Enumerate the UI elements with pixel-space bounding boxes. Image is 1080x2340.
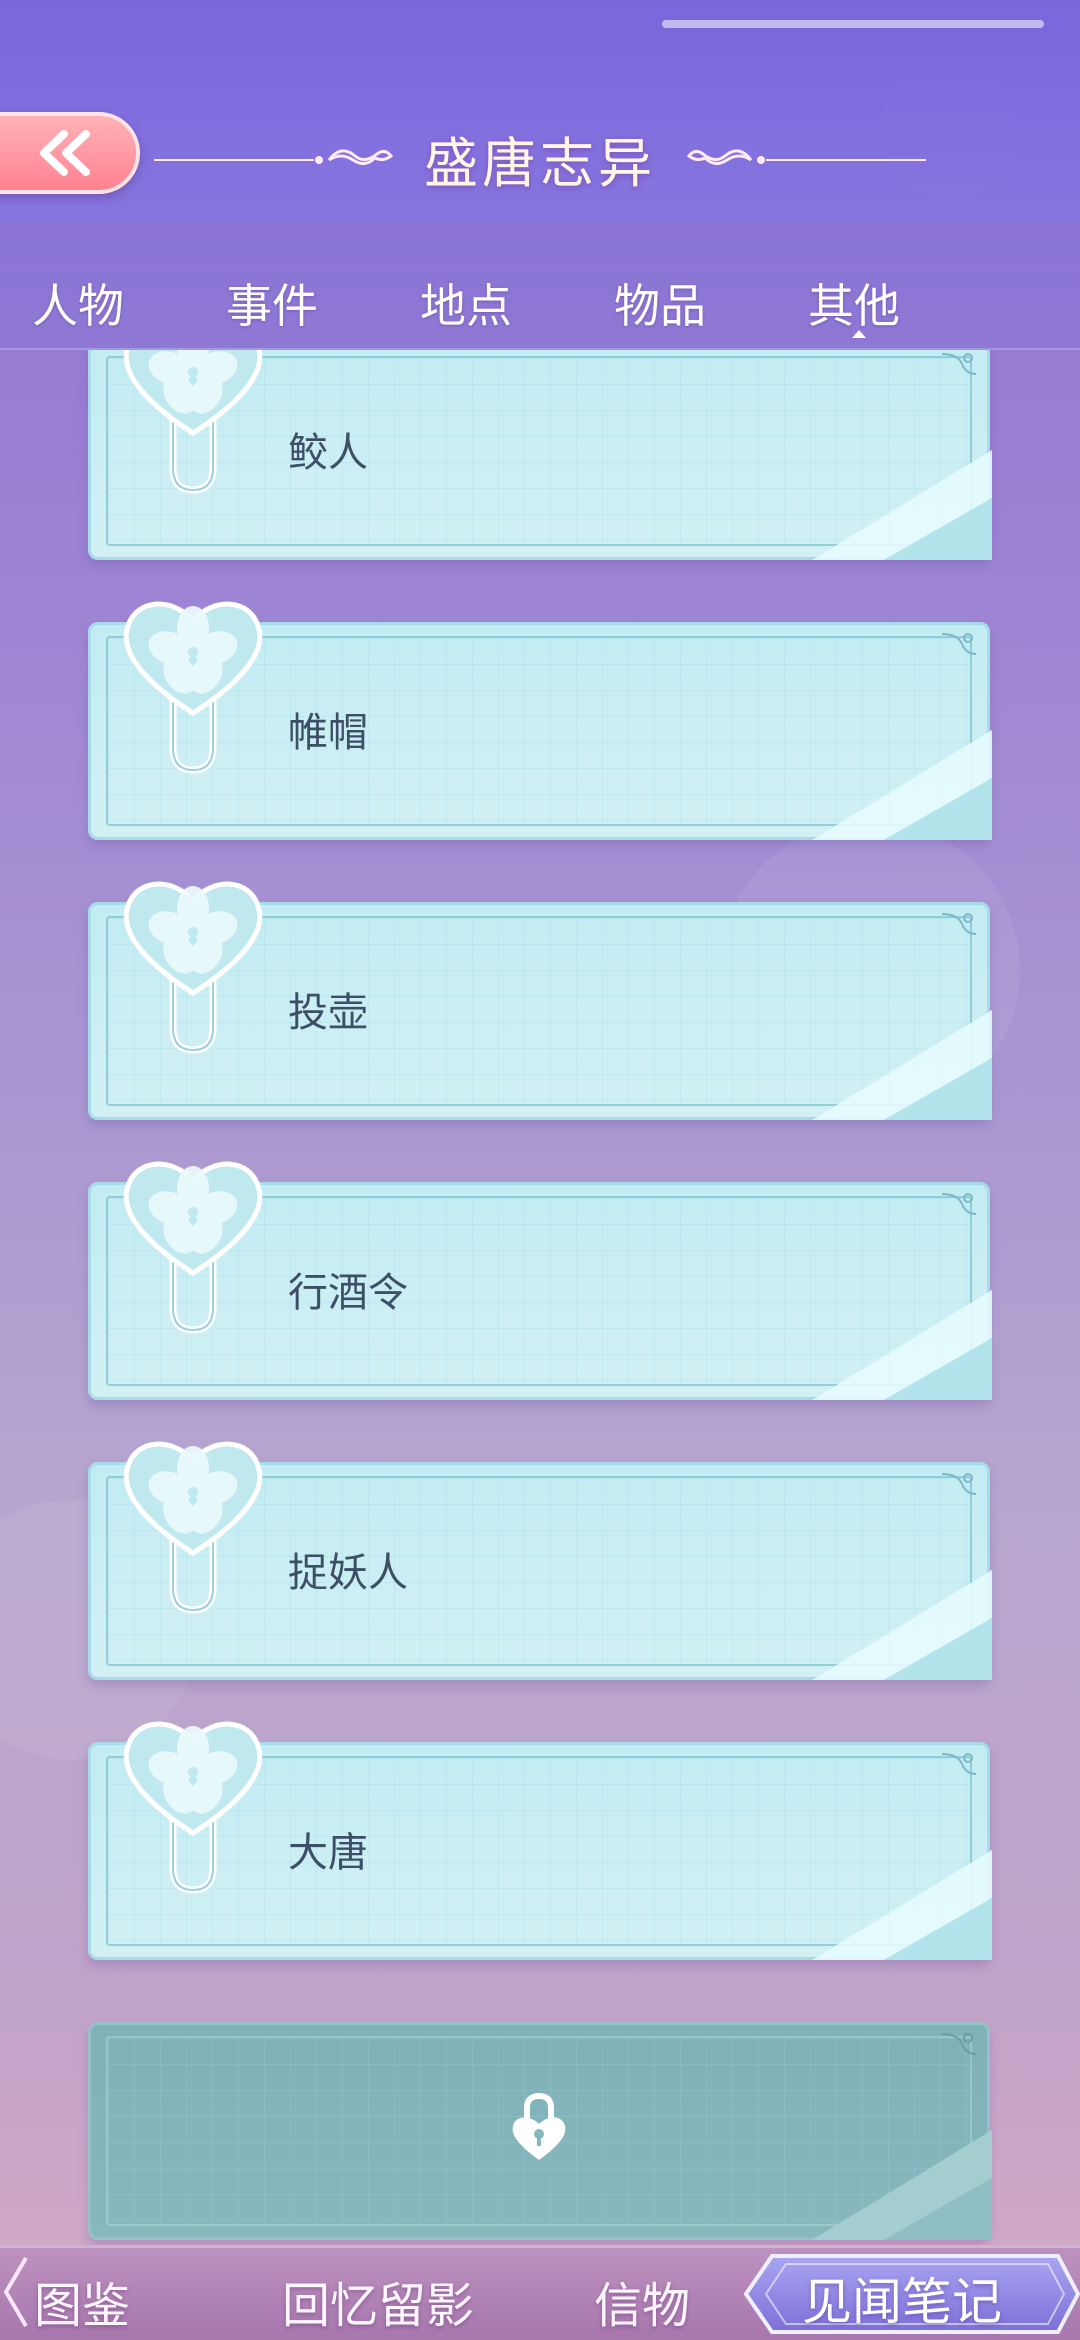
corner-swirl-icon	[941, 1193, 977, 1215]
heart-lock-icon	[512, 2092, 566, 2160]
list-item[interactable]: 帷帽	[88, 601, 992, 840]
corner-ribbon-icon	[812, 2130, 992, 2240]
list-item[interactable]: 投壶	[88, 881, 992, 1120]
entry-label: 行酒令	[288, 1270, 408, 1316]
list-item[interactable]: 大唐	[88, 1721, 992, 1960]
locked-list-item[interactable]	[88, 2022, 992, 2240]
entry-label: 帷帽	[288, 710, 368, 756]
tab-items[interactable]: 物品	[614, 270, 706, 336]
tab-other[interactable]: 其他	[808, 270, 900, 336]
entry-label: 大唐	[288, 1830, 368, 1876]
flower-heart-pin-icon	[123, 881, 263, 1054]
tab-people[interactable]: 人物	[32, 270, 124, 336]
right-flourish-icon	[686, 149, 926, 165]
header: 盛唐志异	[0, 0, 1080, 222]
left-flourish-icon	[154, 149, 394, 165]
flower-heart-pin-icon	[123, 1721, 263, 1894]
corner-ribbon-icon	[812, 1290, 992, 1400]
list-item[interactable]: 鲛人	[88, 350, 992, 560]
flower-heart-pin-icon	[123, 1441, 263, 1614]
corner-swirl-icon	[941, 1473, 977, 1495]
tab-events[interactable]: 事件	[226, 270, 318, 336]
flower-heart-pin-icon	[123, 350, 263, 494]
corner-swirl-icon	[941, 353, 977, 375]
nav-collection[interactable]: 图鉴	[34, 2266, 130, 2336]
page-title: 盛唐志异	[424, 131, 656, 195]
nav-tokens[interactable]: 信物	[594, 2266, 690, 2336]
flower-heart-pin-icon	[123, 1161, 263, 1334]
corner-swirl-icon	[941, 633, 977, 655]
title-bar: 盛唐志异	[0, 118, 1080, 198]
corner-swirl-icon	[941, 1753, 977, 1775]
nav-memories[interactable]: 回忆留影	[282, 2266, 474, 2336]
corner-ribbon-icon	[812, 450, 992, 560]
active-tab-marker	[852, 330, 866, 338]
corner-ribbon-icon	[812, 1010, 992, 1120]
tab-places[interactable]: 地点	[420, 270, 512, 336]
corner-ribbon-icon	[812, 1850, 992, 1960]
entry-list[interactable]: 鲛人 帷帽 投壶 行酒令 捉妖人 大唐	[0, 350, 1080, 2245]
corner-ribbon-icon	[812, 1570, 992, 1680]
flower-heart-pin-icon	[123, 601, 263, 774]
category-tabs: 人物 事件 地点 物品 其他	[0, 222, 1080, 350]
corner-swirl-icon	[941, 2033, 977, 2055]
corner-ribbon-icon	[812, 730, 992, 840]
entry-label: 投壶	[288, 990, 368, 1036]
nav-left-arrow-icon	[3, 2256, 28, 2328]
nav-notes[interactable]: 见闻笔记	[802, 2262, 1002, 2334]
entry-label: 鲛人	[288, 430, 368, 476]
status-indicator	[662, 20, 1044, 28]
list-item[interactable]: 行酒令	[88, 1161, 992, 1400]
list-item[interactable]: 捉妖人	[88, 1441, 992, 1680]
corner-swirl-icon	[941, 913, 977, 935]
entry-label: 捉妖人	[288, 1550, 408, 1596]
